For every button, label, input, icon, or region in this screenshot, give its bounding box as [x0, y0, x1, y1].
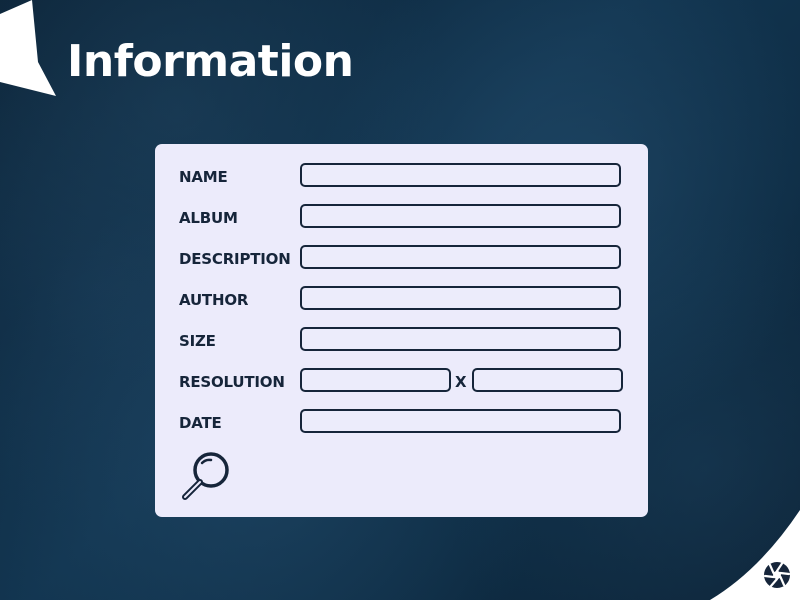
name-label: NAME — [179, 168, 228, 186]
resolution-height-field[interactable] — [472, 368, 623, 392]
date-field[interactable] — [300, 409, 621, 433]
resolution-label: RESOLUTION — [179, 373, 285, 391]
size-row: SIZE — [155, 326, 648, 356]
size-label: SIZE — [179, 332, 216, 350]
page-title: Information — [67, 36, 354, 87]
resolution-width-field[interactable] — [300, 368, 451, 392]
date-row: DATE — [155, 408, 648, 438]
resolution-separator: X — [455, 373, 467, 391]
search-button[interactable] — [178, 449, 232, 503]
author-field[interactable] — [300, 286, 621, 310]
description-field[interactable] — [300, 245, 621, 269]
resolution-row: RESOLUTION X — [155, 367, 648, 397]
date-label: DATE — [179, 414, 222, 432]
name-field[interactable] — [300, 163, 621, 187]
flag-banner-icon — [0, 0, 56, 96]
author-label: AUTHOR — [179, 291, 249, 309]
album-label: ALBUM — [179, 209, 238, 227]
name-row: NAME — [155, 162, 648, 192]
description-row: DESCRIPTION — [155, 244, 648, 274]
album-field[interactable] — [300, 204, 621, 228]
size-field[interactable] — [300, 327, 621, 351]
camera-shutter-icon[interactable] — [763, 561, 791, 589]
description-label: DESCRIPTION — [179, 250, 291, 268]
album-row: ALBUM — [155, 203, 648, 233]
author-row: AUTHOR — [155, 285, 648, 315]
info-panel: NAME ALBUM DESCRIPTION AUTHOR SIZE RESOL… — [155, 144, 648, 517]
search-icon — [182, 452, 229, 500]
